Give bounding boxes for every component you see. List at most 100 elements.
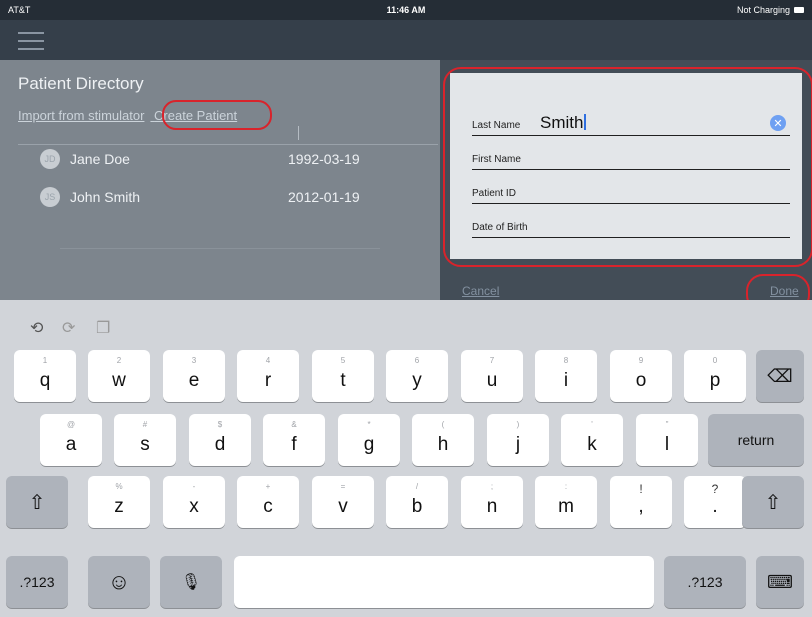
key-label: a	[65, 434, 77, 455]
shift-icon: ⇧	[28, 491, 46, 514]
key-hint: $	[217, 420, 223, 429]
key-label: i	[563, 370, 569, 391]
patient-row[interactable]: JD Jane Doe 1992-03-19	[40, 148, 400, 170]
key-hint: 4	[265, 356, 271, 365]
dictation-key[interactable]: 🎙	[160, 556, 222, 608]
key-hint: 9	[638, 356, 644, 365]
hamburger-icon[interactable]	[18, 32, 44, 50]
key-o[interactable]: 9o	[610, 350, 672, 402]
key-g[interactable]: * g	[338, 414, 400, 466]
hide-keyboard-key[interactable]: ⌨	[756, 556, 804, 608]
backspace-icon: ⌫	[767, 365, 793, 386]
avatar: JS	[40, 187, 60, 207]
import-from-stimulator-link[interactable]: Import from stimulator	[18, 108, 144, 123]
key-x[interactable]: -x	[163, 476, 225, 528]
key-w[interactable]: 2w	[88, 350, 150, 402]
numbers-key-left[interactable]: .?123	[6, 556, 68, 608]
patient-row[interactable]: JS John Smith 2012-01-19	[40, 186, 400, 208]
key-label: g	[363, 434, 375, 455]
keyboard-dismiss-icon: ⌨	[767, 571, 793, 592]
key-r[interactable]: 4r	[237, 350, 299, 402]
emoji-key[interactable]: ☺	[88, 556, 150, 608]
key-label: k	[587, 434, 597, 455]
key-hint: 8	[563, 356, 569, 365]
key-s[interactable]: # s	[114, 414, 176, 466]
avatar: JD	[40, 149, 60, 169]
key-label: y	[412, 370, 422, 391]
space-key[interactable]	[234, 556, 654, 608]
key-e[interactable]: 3e	[163, 350, 225, 402]
key-hint: *	[367, 420, 371, 429]
return-key[interactable]: return	[708, 414, 804, 466]
key-hint: /	[415, 482, 419, 491]
key-z[interactable]: % z	[88, 476, 150, 528]
key-i[interactable]: 8i	[535, 350, 597, 402]
column-divider	[298, 126, 299, 140]
patient-dob: 1992-03-19	[288, 151, 360, 167]
patient-directory-pane: Patient Directory Import from stimulator…	[0, 60, 440, 300]
key-p[interactable]: 0p	[684, 350, 746, 402]
key-label: w	[112, 370, 126, 391]
undo-icon[interactable]: ⟲	[30, 318, 43, 338]
key-hint: '	[591, 420, 593, 429]
key-q[interactable]: 1q	[14, 350, 76, 402]
redo-icon[interactable]: ⟳	[62, 318, 75, 338]
key-label: l	[664, 434, 670, 455]
patient-dob: 2012-01-19	[288, 189, 360, 205]
return-key-label: return	[737, 432, 775, 448]
microphone-icon: 🎙	[180, 574, 202, 591]
numbers-key-right[interactable]: .?123	[664, 556, 746, 608]
key-period[interactable]: ?.	[684, 476, 746, 528]
emoji-icon: ☺	[107, 569, 131, 594]
key-t[interactable]: 5t	[312, 350, 374, 402]
key-label: h	[437, 434, 449, 455]
shift-key-left[interactable]: ⇧	[6, 476, 68, 528]
key-n[interactable]: ; n	[461, 476, 523, 528]
backspace-key[interactable]: ⌫	[756, 350, 804, 402]
key-label: n	[486, 496, 498, 517]
key-d[interactable]: $ d	[189, 414, 251, 466]
key-b[interactable]: / b	[386, 476, 448, 528]
battery-status-label: Not Charging	[736, 5, 790, 15]
key-hint: )	[516, 420, 520, 429]
cancel-button[interactable]: Cancel	[462, 284, 499, 298]
page-title: Patient Directory	[18, 74, 144, 93]
key-v[interactable]: = v	[312, 476, 374, 528]
battery-status: Not Charging	[737, 5, 804, 15]
key-h[interactable]: (h	[412, 414, 474, 466]
key-y[interactable]: 6y	[386, 350, 448, 402]
divider	[18, 144, 438, 145]
key-l[interactable]: " l	[636, 414, 698, 466]
paste-icon[interactable]: ❐	[96, 318, 110, 338]
key-hint: 5	[340, 356, 346, 365]
key-k[interactable]: ' k	[561, 414, 623, 466]
key-u[interactable]: 7u	[461, 350, 523, 402]
key-a[interactable]: @ a	[40, 414, 102, 466]
key-f[interactable]: & f	[263, 414, 325, 466]
key-hint: 3	[191, 356, 197, 365]
key-hint: :	[564, 482, 568, 491]
key-label: .	[712, 496, 718, 517]
key-hint: %	[115, 482, 123, 491]
key-label: q	[39, 370, 51, 391]
key-hint: !	[639, 482, 643, 496]
status-bar: AT&T 11:46 AM Not Charging	[0, 0, 812, 20]
numbers-key-label: .?123	[19, 574, 55, 590]
key-label: x	[189, 496, 199, 517]
patient-name: John Smith	[70, 189, 141, 205]
key-label: m	[558, 496, 574, 517]
key-label: j	[515, 434, 521, 455]
key-hint: -	[192, 482, 196, 491]
key-label: p	[709, 370, 721, 391]
key-label: b	[411, 496, 423, 517]
shift-key-right[interactable]: ⇧	[742, 476, 804, 528]
key-comma[interactable]: !,	[610, 476, 672, 528]
shift-icon: ⇧	[764, 491, 782, 514]
key-hint: "	[665, 420, 669, 429]
key-hint: +	[265, 482, 271, 491]
key-j[interactable]: ) j	[487, 414, 549, 466]
key-c[interactable]: + c	[237, 476, 299, 528]
key-m[interactable]: :m	[535, 476, 597, 528]
key-hint: 1	[42, 356, 48, 365]
key-label: z	[114, 496, 124, 517]
